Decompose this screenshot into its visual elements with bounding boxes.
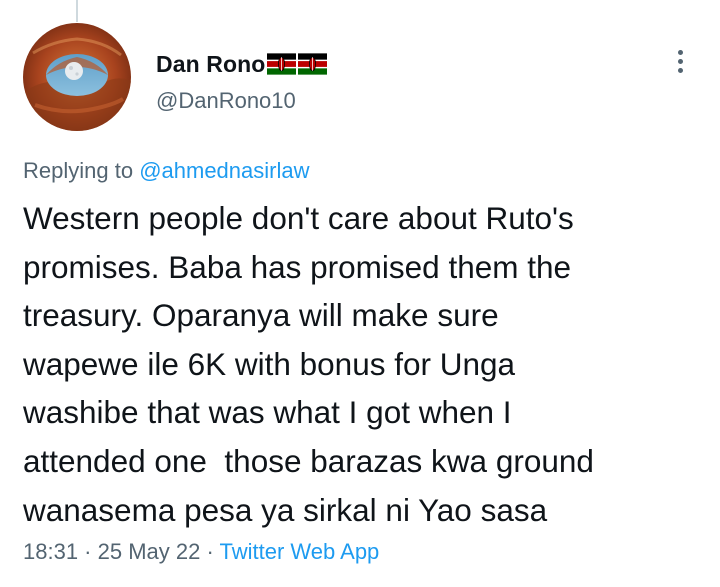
thread-connector-line xyxy=(76,0,78,22)
more-options-icon[interactable] xyxy=(665,45,695,77)
author-handle[interactable]: @DanRono10 xyxy=(156,88,296,114)
tweet-text-line: washibe that was what I got when I xyxy=(23,394,512,431)
avatar-image xyxy=(23,23,131,131)
tweet-metadata: 18:31 · 25 May 22 · Twitter Web App xyxy=(23,539,379,565)
avatar[interactable] xyxy=(23,23,131,131)
tweet-text-line: Western people don't care about Ruto's xyxy=(23,200,574,236)
tweet-time[interactable]: 18:31 xyxy=(23,539,78,564)
meta-separator: · xyxy=(78,539,98,564)
tweet-text-line: treasury. Oparanya will make sure xyxy=(23,297,499,334)
meta-separator: · xyxy=(200,539,220,564)
replying-to-mention-link[interactable]: @ahmednasirlaw xyxy=(139,158,309,183)
tweet-source-link[interactable]: Twitter Web App xyxy=(220,539,380,564)
kenya-flag-icon xyxy=(298,53,328,75)
replying-to-label: Replying to xyxy=(23,158,140,183)
tweet-text-line: wanasema pesa ya sirkal ni Yao sasa xyxy=(23,491,548,528)
kenya-flag-icon xyxy=(267,53,297,75)
more-dot xyxy=(677,58,683,64)
more-dot xyxy=(677,67,683,73)
replying-to: Replying to @ahmednasirlaw xyxy=(23,158,309,184)
tweet-text-line: promises. Baba has promised them the xyxy=(23,248,572,285)
author-name-row[interactable]: Dan Rono xyxy=(156,47,328,81)
tweet-text-line: attended one those barazas kwa ground xyxy=(23,442,594,479)
tweet-text-line: wapewe ile 6K with bonus for Unga xyxy=(23,345,516,382)
tweet-text: Western people don't care about Ruto's p… xyxy=(23,194,713,534)
tweet-date[interactable]: 25 May 22 xyxy=(98,539,201,564)
author-display-name[interactable]: Dan Rono xyxy=(156,51,265,78)
more-dot xyxy=(677,49,683,55)
